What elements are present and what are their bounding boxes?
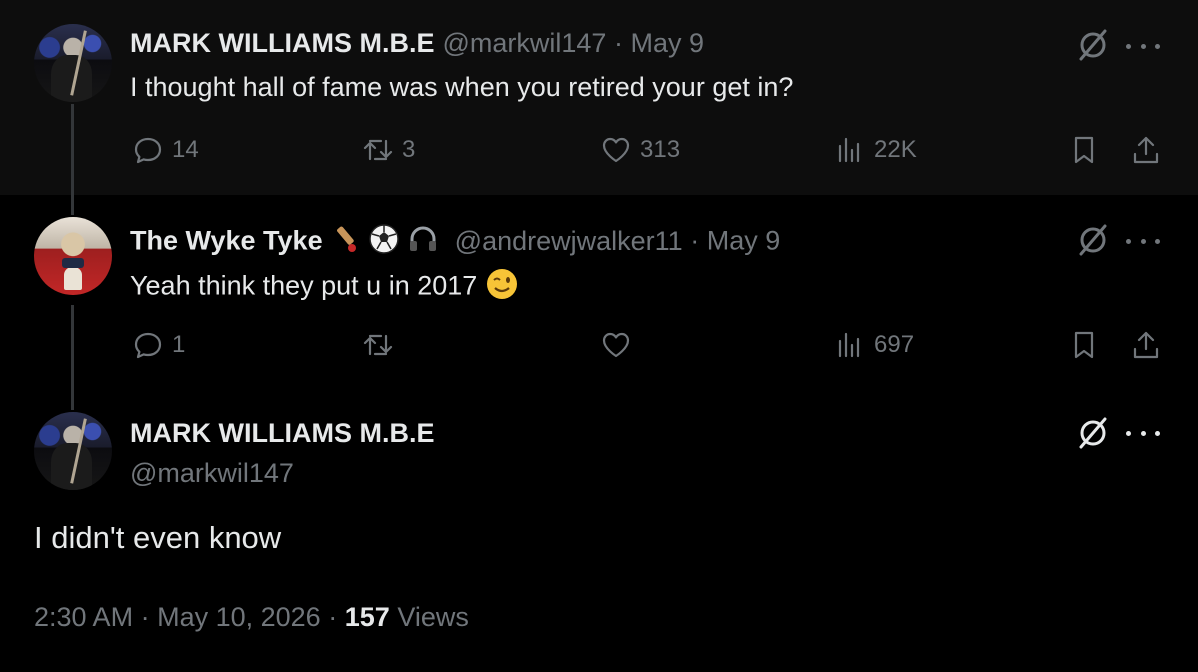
views-button[interactable]: 697 xyxy=(834,329,914,361)
views-count: 22K xyxy=(874,136,917,163)
repost-count: 3 xyxy=(402,136,416,163)
post-date[interactable]: May 9 xyxy=(707,226,781,256)
cricket-bat-icon xyxy=(330,224,360,261)
main-post: MARK WILLIAMS M.B.E @markwil147 I didn't… xyxy=(0,390,1198,672)
heart-icon xyxy=(602,137,630,163)
author-name-row: MARK WILLIAMS M.B.E xyxy=(130,418,434,449)
avatar[interactable] xyxy=(34,412,112,490)
reply-button[interactable]: 1 xyxy=(132,329,185,361)
author-handle[interactable]: @markwil147 xyxy=(442,28,606,58)
post-date[interactable]: May 9 xyxy=(630,28,704,58)
thread-line xyxy=(71,195,74,215)
repost-button[interactable] xyxy=(362,329,402,361)
bookmark-button[interactable] xyxy=(1068,329,1100,361)
post-text-line: Yeah think they put u in 2017 xyxy=(130,267,519,308)
author-name[interactable]: MARK WILLIAMS M.B.E xyxy=(130,418,434,448)
author-name[interactable]: The Wyke Tyke xyxy=(130,226,323,256)
reply-post-1[interactable]: MARK WILLIAMS M.B.E @markwil147 · May 9 I… xyxy=(0,0,1198,195)
bookmark-icon xyxy=(1074,136,1094,164)
reply-button[interactable]: 14 xyxy=(132,134,199,166)
bookmark-icon xyxy=(1074,331,1094,359)
thread-line xyxy=(71,390,74,410)
post-meta: 2:30 AM · May 10, 2026 · 157 Views xyxy=(34,602,469,633)
action-bar: 14 3 313 22K xyxy=(0,134,1198,174)
action-bar: 1 697 xyxy=(0,329,1198,369)
avatar[interactable] xyxy=(34,24,112,102)
share-button[interactable] xyxy=(1130,134,1162,166)
views-icon xyxy=(838,332,860,358)
heart-icon xyxy=(602,332,630,358)
reply-icon xyxy=(134,332,162,359)
reply-icon xyxy=(134,137,162,164)
post-header: The Wyke Tyke @andrewjwalker11 · May 9 xyxy=(130,223,780,262)
repost-button[interactable]: 3 xyxy=(362,134,415,166)
post-text: I thought hall of fame was when you reti… xyxy=(130,72,794,102)
author-name[interactable]: MARK WILLIAMS M.B.E xyxy=(130,28,434,58)
repost-icon xyxy=(363,139,393,161)
more-options-icon[interactable] xyxy=(1126,36,1160,56)
views-label: Views xyxy=(397,602,469,632)
views-button[interactable]: 22K xyxy=(834,134,917,166)
post-date[interactable]: May 10, 2026 xyxy=(157,602,321,632)
grok-icon[interactable] xyxy=(1076,416,1110,450)
like-button[interactable]: 313 xyxy=(600,134,680,166)
reply-count: 1 xyxy=(172,331,186,358)
share-button[interactable] xyxy=(1130,329,1162,361)
separator-dot: · xyxy=(328,602,338,632)
author-handle[interactable]: @markwil147 xyxy=(130,458,294,488)
more-options-icon[interactable] xyxy=(1126,231,1160,251)
share-icon xyxy=(1133,331,1159,359)
author-handle-row: @markwil147 xyxy=(130,458,294,489)
views-count: 157 xyxy=(344,602,390,632)
post-header: MARK WILLIAMS M.B.E @markwil147 · May 9 xyxy=(130,28,704,59)
grok-icon[interactable] xyxy=(1076,223,1110,257)
winking-face-icon xyxy=(485,267,519,308)
reply-post-2[interactable]: The Wyke Tyke @andrewjwalker11 · May 9 Y… xyxy=(0,195,1198,390)
like-count: 313 xyxy=(640,136,681,163)
repost-icon xyxy=(363,334,393,356)
post-time[interactable]: 2:30 AM xyxy=(34,602,133,632)
views-icon xyxy=(838,137,860,163)
grok-icon[interactable] xyxy=(1076,28,1110,62)
separator-dot: · xyxy=(690,225,700,256)
post-text: Yeah think they put u in 2017 xyxy=(130,270,478,301)
post-text: I didn't even know xyxy=(34,520,282,555)
author-handle[interactable]: @andrewjwalker11 xyxy=(455,226,683,256)
separator-dot: · xyxy=(140,602,150,632)
share-icon xyxy=(1133,136,1159,164)
bookmark-button[interactable] xyxy=(1068,134,1100,166)
soccer-ball-icon xyxy=(368,223,400,262)
avatar[interactable] xyxy=(34,217,112,295)
headphones-icon xyxy=(407,223,439,262)
views-count: 697 xyxy=(874,331,915,358)
reply-count: 14 xyxy=(172,136,199,163)
separator-dot: · xyxy=(613,28,623,58)
like-button[interactable] xyxy=(600,329,640,361)
more-options-icon[interactable] xyxy=(1126,423,1160,443)
